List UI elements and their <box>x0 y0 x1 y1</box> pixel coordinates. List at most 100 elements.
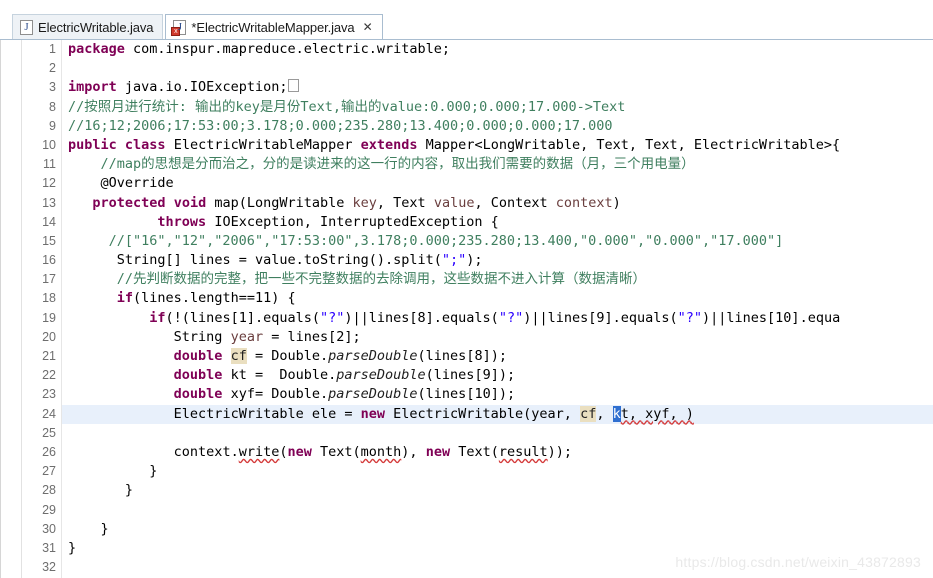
static-method-token: parseDouble <box>328 348 418 364</box>
code-line[interactable]: public class ElectricWritableMapper exte… <box>62 136 933 155</box>
code-token: = Double. <box>246 367 337 384</box>
collapsed-imports-icon[interactable] <box>288 79 300 93</box>
code-line[interactable]: @Override <box>62 174 933 193</box>
static-method-token: parseDouble <box>328 386 418 403</box>
code-line[interactable] <box>62 59 933 78</box>
code-line[interactable]: double cf = Double.parseDouble(lines[8])… <box>62 347 933 366</box>
code-line[interactable]: package com.inspur.mapreduce.electric.wr… <box>62 40 933 59</box>
code-token: com.inspur.mapreduce.electric.writable; <box>124 41 451 57</box>
editor-tab-electric-writable-mapper[interactable]: x *ElectricWritableMapper.java ✕ <box>165 14 383 40</box>
line-number: 16 <box>42 253 56 268</box>
line-number: 26 <box>42 444 56 459</box>
line-number: 14 <box>42 214 56 229</box>
code-line[interactable]: double xyf= Double.parseDouble(lines[10]… <box>62 385 933 404</box>
editor-tab-electric-writable[interactable]: ElectricWritable.java <box>12 14 164 40</box>
keyword-token: import <box>68 79 117 96</box>
code-token: } <box>68 539 77 556</box>
code-line[interactable]: if(!(lines[1].equals("?")||lines[8].equa… <box>62 309 933 328</box>
line-number: 28 <box>42 483 56 498</box>
keyword-token: extends <box>360 136 418 153</box>
keyword-token: void <box>173 194 207 211</box>
code-token: ElectricWritable(year, <box>385 405 581 422</box>
code-line[interactable]: //["16","12","2006","17:53:00",3.178;0.0… <box>62 232 933 251</box>
java-file-icon <box>20 19 33 35</box>
line-number-gutter[interactable]: 1 2 3 8 9 10 11 12 13 14 15 16 17 18 19 … <box>22 40 62 578</box>
unresolved-token: month <box>360 443 402 460</box>
code-line[interactable]: context.write(new Text(month), new Text(… <box>62 443 933 462</box>
code-line[interactable]: throws IOException, InterruptedException… <box>62 213 933 232</box>
annotation-token: @Override <box>100 175 174 192</box>
code-token: )||lines[10].equa <box>702 309 841 326</box>
line-number: 22 <box>42 368 56 383</box>
code-text-area[interactable]: package com.inspur.mapreduce.electric.wr… <box>62 40 933 578</box>
code-line[interactable]: //map的思想是分而治之，分的是读进来的这一行的内容，取出我们需要的数据（月，… <box>62 155 933 174</box>
line-number: 2 <box>49 61 56 76</box>
local-var-token: xyf <box>230 386 255 403</box>
code-token: (lines[10]); <box>417 386 516 403</box>
window-top-strip <box>0 0 933 14</box>
annotation-ruler[interactable] <box>1 40 22 578</box>
line-number: 24 <box>42 406 56 421</box>
line-number: 20 <box>42 329 56 344</box>
code-line[interactable] <box>62 424 933 443</box>
code-line[interactable]: if(lines.length==11) { <box>62 289 933 308</box>
code-token: java.io.IOException; <box>116 79 288 96</box>
code-editor[interactable]: 1 2 3 8 9 10 11 12 13 14 15 16 17 18 19 … <box>0 40 933 578</box>
code-token: ElectricWritable ele = <box>173 405 361 422</box>
code-token: (lines.length==11) { <box>133 290 296 307</box>
code-line[interactable]: protected void map(LongWritable key, Tex… <box>62 194 933 213</box>
code-line[interactable] <box>62 501 933 520</box>
keyword-token: public <box>68 136 117 153</box>
code-line-current[interactable]: ElectricWritable ele = new ElectricWrita… <box>62 404 933 424</box>
keyword-token: double <box>173 386 223 403</box>
comment-token: //按照月进行统计: 输出的key是月份Text,输出的value:0.000;… <box>68 98 626 115</box>
comment-token: //["16","12","2006","17:53:00",3.178;0.0… <box>108 232 784 249</box>
code-token: = lines[2]; <box>263 328 361 345</box>
code-line[interactable]: //先判断数据的完整，把一些不完整数据的去除调用，这些数据不进入计算（数据清晰） <box>62 270 933 289</box>
code-line[interactable]: String[] lines = value.toString().split(… <box>62 251 933 270</box>
code-line[interactable]: } <box>62 462 933 481</box>
code-token: )||lines[8].equals( <box>344 309 499 326</box>
string-token: "?" <box>677 309 703 326</box>
code-token: String[] lines = value.toString().split( <box>116 252 442 269</box>
local-var-token: year <box>230 328 264 345</box>
code-line[interactable]: double kt = Double.parseDouble(lines[9])… <box>62 366 933 385</box>
comment-token: //先判断数据的完整，把一些不完整数据的去除调用，这些数据不进入计算（数据清晰） <box>116 271 647 288</box>
line-number: 9 <box>49 118 56 133</box>
string-token: "?" <box>498 309 524 326</box>
keyword-token: if <box>149 309 166 326</box>
line-number: 31 <box>42 540 56 555</box>
comment-token: //map的思想是分而治之，分的是读进来的这一行的内容，取出我们需要的数据（月，… <box>100 156 695 173</box>
code-line[interactable]: //按照月进行统计: 输出的key是月份Text,输出的value:0.000;… <box>62 98 933 117</box>
code-line[interactable]: } <box>62 520 933 539</box>
method-token: write <box>238 443 280 460</box>
line-number: 1 <box>49 42 56 56</box>
code-line[interactable]: String year = lines[2]; <box>62 328 933 347</box>
code-line[interactable]: //16;12;2006;17:53:00;3.178;0.000;235.28… <box>62 117 933 136</box>
code-token: ) <box>612 194 621 211</box>
code-token: Text( <box>450 443 499 460</box>
code-line[interactable]: } <box>62 481 933 500</box>
unresolved-token: result <box>498 443 548 460</box>
text-cursor-selection: k <box>612 405 621 422</box>
code-token: , <box>596 405 613 422</box>
code-token: t, xyf, ) <box>620 405 694 422</box>
code-token: Mapper<LongWritable, Text, Text, Electri… <box>417 136 841 153</box>
line-number: 8 <box>49 99 56 114</box>
line-number: 13 <box>42 195 56 210</box>
occurrence-highlight: cf <box>580 405 597 422</box>
line-number: 11 <box>43 157 56 172</box>
code-token: ); <box>466 252 483 269</box>
error-badge: x <box>171 26 181 36</box>
code-token: ElectricWritableMapper <box>165 136 361 153</box>
keyword-token: new <box>425 443 451 460</box>
param-token: context <box>555 194 613 211</box>
keyword-token: throws <box>157 213 207 230</box>
close-icon[interactable]: ✕ <box>363 21 373 33</box>
code-line[interactable]: import java.io.IOException; <box>62 78 933 97</box>
code-token: map(LongWritable <box>206 194 353 211</box>
code-token: } <box>100 520 109 537</box>
line-number: 27 <box>42 464 56 479</box>
code-token: (lines[9]); <box>425 367 516 384</box>
static-method-token: parseDouble <box>336 367 426 384</box>
